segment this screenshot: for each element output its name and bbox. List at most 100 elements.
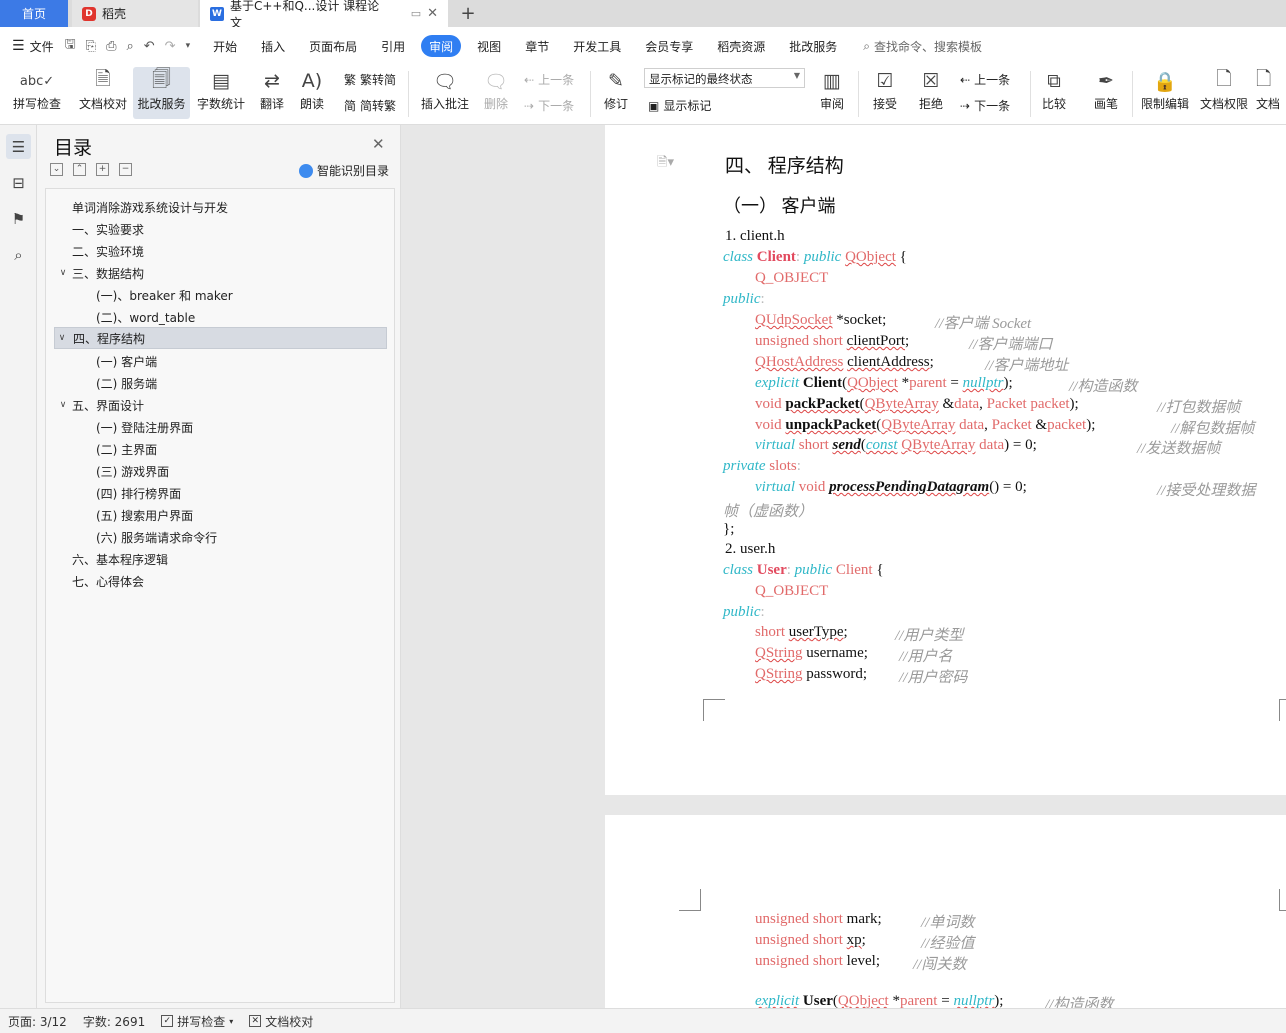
menu-reference[interactable]: 引用 <box>369 35 417 57</box>
read-aloud-button[interactable]: A) 朗读 <box>294 67 330 119</box>
show-markup-button[interactable]: ▣ 显示标记 <box>648 97 711 114</box>
accept-button[interactable]: ☑ 接受 <box>864 67 906 119</box>
prev-comment-icon: ⇠ <box>524 72 535 87</box>
code-token: void <box>798 479 826 495</box>
add-heading-icon[interactable]: + <box>96 163 109 176</box>
menu-start[interactable]: 开始 <box>201 35 249 57</box>
print-preview-icon[interactable]: ⌕ <box>121 39 138 54</box>
menu-developer[interactable]: 开发工具 <box>561 35 633 57</box>
track-changes-button[interactable]: ✎ 修订 <box>596 67 636 119</box>
code-token: level; <box>846 953 880 969</box>
tab-home-label: 首页 <box>21 7 46 21</box>
code-line: private slots: <box>723 458 801 474</box>
next-change-button[interactable]: ⇢ 下一条 <box>960 97 1010 114</box>
chevron-down-icon[interactable]: ∨ <box>56 268 70 278</box>
pen-button[interactable]: ✒ 画笔 <box>1086 67 1126 119</box>
trad-to-simp-button[interactable]: 繁繁转简 <box>344 71 396 88</box>
remove-heading-icon[interactable]: − <box>119 163 132 176</box>
toc-item[interactable]: (二) 服务端 <box>96 372 157 394</box>
expand-all-icon[interactable]: ⌃ <box>73 163 86 176</box>
document-canvas[interactable]: 🗎▾ 四、 程序结构 （一） 客户端 1. client.h class Cli… <box>401 125 1286 1008</box>
tab-home[interactable]: 首页 <box>0 0 68 27</box>
tab-document[interactable]: W 基于C++和Q...设计 课程论文 ▭ ✕ <box>200 0 448 30</box>
restrict-edit-button[interactable]: 🔒 限制编辑 <box>1138 67 1192 119</box>
spell-check-button[interactable]: abc✓ 拼写检查 <box>6 67 68 119</box>
pin-icon[interactable]: ▭ <box>411 7 421 20</box>
new-tab-button[interactable]: + <box>456 0 480 27</box>
collapse-all-icon[interactable]: ⌄ <box>50 163 63 176</box>
undo-icon[interactable]: ↶ <box>139 39 160 54</box>
prev-comment-button[interactable]: ⇠ 上一条 <box>524 71 574 88</box>
toc-item[interactable]: (一) 登陆注册界面 <box>96 416 193 438</box>
chevron-down-icon[interactable]: ∨ <box>56 400 70 410</box>
close-icon[interactable]: ✕ <box>372 135 385 153</box>
chapter-panel-icon[interactable]: ⊟ <box>6 170 31 195</box>
toc-panel-icon[interactable]: ☰ <box>6 134 31 159</box>
document-page[interactable]: unsigned short mark; //单词数 unsigned shor… <box>605 815 1286 1008</box>
toc-item[interactable]: 六、基本程序逻辑 <box>72 548 168 570</box>
print-icon[interactable]: ⎙ <box>101 39 121 54</box>
toc-item[interactable]: (三) 游戏界面 <box>96 460 169 482</box>
toc-item[interactable]: (二) 主界面 <box>96 438 157 460</box>
code-comment: //接受处理数据 <box>1157 483 1256 499</box>
reject-icon: ☒ <box>922 70 940 92</box>
bookmark-icon[interactable]: ⚑ <box>6 206 31 231</box>
toc-item[interactable]: 单词消除游戏系统设计与开发 <box>72 196 228 218</box>
command-search[interactable]: ⌕ 查找命令、搜索模板 <box>863 38 982 55</box>
smart-toc-button[interactable]: 智能识别目录 <box>299 162 389 179</box>
menu-daoke-resources[interactable]: 稻壳资源 <box>705 35 777 57</box>
paragraph-menu-icon[interactable]: 🗎▾ <box>657 153 674 175</box>
doc-more-button[interactable]: 🗋 文档 <box>1256 67 1286 119</box>
toc-item[interactable]: (六) 服务端请求命令行 <box>96 526 217 548</box>
next-comment-button[interactable]: ⇢ 下一条 <box>524 97 574 114</box>
code-token: send <box>832 437 861 453</box>
toc-item[interactable]: 二、实验环境 <box>72 240 144 262</box>
toc-item[interactable]: (一)、breaker 和 maker <box>96 284 233 306</box>
menu-insert[interactable]: 插入 <box>249 35 297 57</box>
translate-button[interactable]: ⇄ 翻译 <box>252 67 292 119</box>
doc-check-button[interactable]: 🗎 文档校对 <box>74 67 132 119</box>
chevron-down-icon[interactable]: ∨ <box>55 333 69 343</box>
more-quick-icon[interactable]: ▾ <box>181 41 196 51</box>
toc-item[interactable]: ∨ 五、界面设计 <box>56 394 144 416</box>
menu-vip[interactable]: 会员专享 <box>633 35 705 57</box>
doc-rights-button[interactable]: 🗋 文档权限 <box>1197 67 1251 119</box>
document-page[interactable]: 🗎▾ 四、 程序结构 （一） 客户端 1. client.h class Cli… <box>605 125 1286 795</box>
simp-to-trad-button[interactable]: 简简转繁 <box>344 97 396 114</box>
insert-comment-button[interactable]: 🗨 插入批注 <box>418 67 472 119</box>
save-icon[interactable]: 🖫 <box>60 35 81 57</box>
review-pane-button[interactable]: ▥ 审阅 <box>812 67 852 119</box>
tab-bar: 首页 D 稻壳 W 基于C++和Q...设计 课程论文 ▭ ✕ + <box>0 0 1286 30</box>
redo-icon[interactable]: ↷ <box>160 39 181 54</box>
file-menu[interactable]: ☰ 文件 <box>0 35 60 57</box>
reject-button[interactable]: ☒ 拒绝 <box>910 67 952 119</box>
toc-item[interactable]: 七、心得体会 <box>72 570 144 592</box>
toc-item[interactable]: (一) 客户端 <box>96 350 157 372</box>
spell-check-toggle[interactable]: ✓ 拼写检查 ▾ <box>153 1013 241 1030</box>
menu-view[interactable]: 视图 <box>465 35 513 57</box>
code-line: short userType; <box>755 624 848 640</box>
word-count-button[interactable]: ▤ 字数统计 <box>194 67 248 119</box>
prev-change-button[interactable]: ⇠ 上一条 <box>960 71 1010 88</box>
toc-item[interactable]: 一、实验要求 <box>72 218 144 240</box>
toc-item[interactable]: (五) 搜索用户界面 <box>96 504 193 526</box>
export-pdf-icon[interactable]: ⎘ <box>81 39 101 54</box>
compare-button[interactable]: ⧉ 比较 <box>1034 67 1074 119</box>
menu-layout[interactable]: 页面布局 <box>297 35 369 57</box>
toc-item[interactable]: (四) 排行榜界面 <box>96 482 181 504</box>
search-icon[interactable]: ⌕ <box>6 242 31 267</box>
doc-check-toggle[interactable]: ✕ 文档校对 <box>241 1013 321 1030</box>
markup-state-select[interactable]: 显示标记的最终状态 ▼ <box>644 68 805 88</box>
page-indicator[interactable]: 页面: 3/12 <box>0 1013 75 1030</box>
close-icon[interactable]: ✕ <box>427 6 438 21</box>
menu-chapter[interactable]: 章节 <box>513 35 561 57</box>
menu-review[interactable]: 审阅 <box>421 35 462 57</box>
word-count-indicator[interactable]: 字数: 2691 <box>75 1013 153 1030</box>
menu-correction[interactable]: 批改服务 <box>777 35 849 57</box>
toc-item[interactable]: ∨ 三、数据结构 <box>56 262 144 284</box>
tab-daoke[interactable]: D 稻壳 <box>72 0 198 27</box>
toc-item[interactable]: (二)、word_table <box>96 306 195 328</box>
delete-comment-button[interactable]: 🗨 删除 <box>476 67 516 119</box>
toc-item-selected[interactable]: ∨ 四、程序结构 <box>54 327 387 349</box>
correction-service-button[interactable]: 🗐 批改服务 <box>133 67 190 119</box>
